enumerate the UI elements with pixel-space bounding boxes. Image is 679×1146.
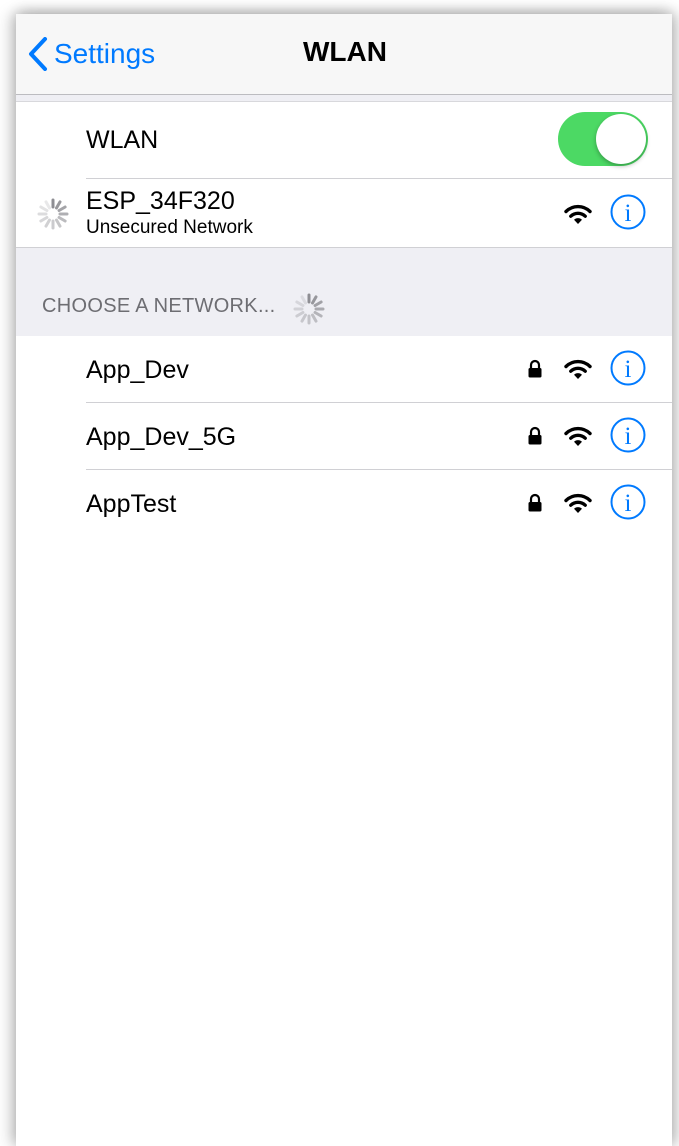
wifi-icon — [564, 493, 592, 513]
network-name: AppTest — [86, 490, 177, 518]
current-network-status: Unsecured Network — [86, 217, 253, 238]
info-icon[interactable]: i — [610, 194, 646, 230]
wifi-icon — [564, 204, 592, 224]
network-name: App_Dev_5G — [86, 423, 237, 451]
network-row-app-dev-5g[interactable]: App_Dev_5G i — [16, 403, 672, 469]
spinner-icon — [37, 198, 69, 230]
wifi-icon — [564, 359, 592, 379]
wifi-icon — [564, 426, 592, 446]
wlan-settings-screen: Settings WLAN WLAN ESP_34F320 Unsecured … — [16, 14, 672, 1146]
network-name: App_Dev — [86, 356, 189, 384]
current-network-name: ESP_34F320 — [86, 187, 235, 215]
section-header-background — [16, 247, 672, 337]
info-icon[interactable]: i — [610, 350, 646, 386]
info-icon[interactable]: i — [610, 417, 646, 453]
lock-icon — [528, 493, 542, 512]
network-row-apptest[interactable]: AppTest i — [16, 470, 672, 536]
svg-text:i: i — [625, 200, 632, 227]
svg-text:i: i — [625, 423, 632, 450]
wlan-toggle-switch[interactable] — [558, 112, 648, 166]
page-title: WLAN — [16, 36, 672, 68]
spinner-icon — [293, 293, 325, 325]
toggle-knob — [596, 114, 646, 164]
info-icon[interactable]: i — [610, 484, 646, 520]
top-group-gap — [16, 95, 672, 102]
section-header: CHOOSE A NETWORK... — [42, 295, 276, 317]
current-network-row[interactable]: ESP_34F320 Unsecured Network i — [16, 179, 672, 246]
svg-text:i: i — [625, 356, 632, 383]
wlan-toggle-row: WLAN — [16, 102, 672, 178]
navigation-bar: Settings WLAN — [16, 14, 672, 95]
lock-icon — [528, 426, 542, 445]
network-row-app-dev[interactable]: App_Dev i — [16, 336, 672, 402]
svg-text:i: i — [625, 490, 632, 517]
lock-icon — [528, 359, 542, 378]
wlan-toggle-label: WLAN — [86, 126, 159, 154]
page-title-text: WLAN — [303, 36, 387, 67]
